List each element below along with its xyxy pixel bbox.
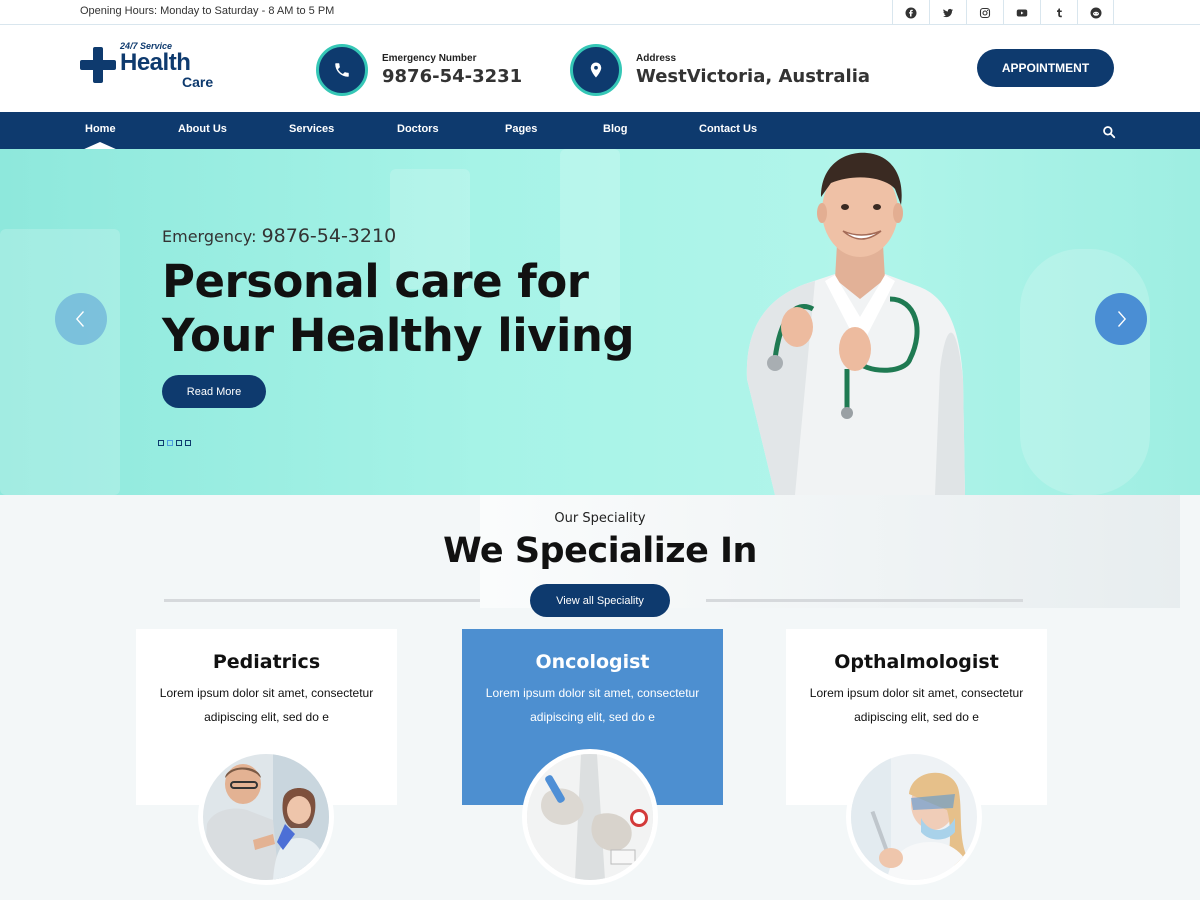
opthalmologist-photo — [846, 749, 982, 885]
slider-next-button[interactable] — [1095, 293, 1147, 345]
emergency-contact: Emergency Number 9876-54-3231 — [316, 44, 546, 96]
logo-care-text: Care — [182, 74, 214, 90]
oncologist-photo — [522, 749, 658, 885]
card-text: Lorem ipsum dolor sit amet, consectetur … — [809, 686, 1024, 724]
site-header: 24/7 Service Health Care Emergency Numbe… — [0, 25, 1200, 112]
slider-dot[interactable] — [185, 440, 191, 446]
address-info: Address WestVictoria, Australia — [570, 44, 870, 96]
phone-icon — [316, 44, 368, 96]
view-all-speciality-button[interactable]: View all Speciality — [530, 584, 670, 617]
slider-dot[interactable] — [176, 440, 182, 446]
slider-dot-active[interactable] — [167, 440, 173, 446]
map-pin-icon — [570, 44, 622, 96]
card-title: Opthalmologist — [834, 651, 999, 673]
hero-bg-shape — [0, 229, 120, 495]
youtube-icon[interactable] — [1003, 0, 1040, 25]
health-care-logo[interactable]: 24/7 Service Health Care — [80, 41, 220, 93]
social-links — [892, 0, 1114, 25]
slider-prev-button[interactable] — [55, 293, 107, 345]
hero-heading-line2: Your Healthy living — [162, 309, 635, 362]
divider-left — [164, 599, 480, 602]
hero-heading-line1: Personal care for — [162, 255, 589, 308]
pediatrics-photo — [198, 749, 334, 885]
card-text: Lorem ipsum dolor sit amet, consectetur … — [485, 686, 700, 724]
card-title: Pediatrics — [212, 651, 321, 673]
nav-item-pages[interactable]: Pages — [505, 123, 537, 135]
speciality-subtitle: Our Speciality — [554, 511, 646, 526]
top-bar: Opening Hours: Monday to Saturday - 8 AM… — [0, 0, 1200, 25]
emergency-label: Emergency Number — [382, 53, 477, 64]
chevron-left-icon — [75, 311, 84, 327]
slider-dots — [158, 440, 191, 446]
twitter-icon[interactable] — [929, 0, 966, 25]
nav-item-blog[interactable]: Blog — [603, 123, 627, 135]
nav-item-services[interactable]: Services — [289, 123, 334, 135]
address-label: Address — [636, 53, 677, 64]
card-text: Lorem ipsum dolor sit amet, consectetur … — [159, 686, 374, 724]
nav-item-home[interactable]: Home — [85, 123, 116, 135]
speciality-section: Our Speciality We Specialize In View all… — [0, 495, 1200, 900]
nav-item-about-us[interactable]: About Us — [178, 123, 227, 135]
hero-emergency-number: 9876-54-3210 — [261, 225, 397, 247]
nav-item-contact-us[interactable]: Contact Us — [699, 123, 757, 135]
nav-item-doctors[interactable]: Doctors — [397, 123, 439, 135]
main-nav: Home About Us Services Doctors Pages Blo… — [0, 112, 1200, 150]
tumblr-icon[interactable] — [1040, 0, 1077, 25]
chevron-right-icon — [1118, 311, 1127, 327]
opening-hours: Opening Hours: Monday to Saturday - 8 AM… — [80, 5, 335, 17]
instagram-icon[interactable] — [966, 0, 1003, 25]
card-title: Oncologist — [535, 651, 650, 673]
divider-right — [706, 599, 1023, 602]
read-more-button[interactable]: Read More — [162, 375, 266, 408]
hero-emergency-prefix: Emergency: — [162, 227, 257, 246]
emergency-number[interactable]: 9876-54-3231 — [382, 66, 522, 87]
logo-health-text: Health — [120, 49, 191, 76]
medical-cross-icon — [80, 47, 116, 83]
hero-slider: Emergency: 9876-54-3210 Personal care fo… — [0, 149, 1200, 495]
slider-dot[interactable] — [158, 440, 164, 446]
hero-heading: Personal care for Your Healthy living — [162, 255, 635, 363]
hero-emergency: Emergency: 9876-54-3210 — [162, 225, 396, 247]
address-value: WestVictoria, Australia — [636, 66, 871, 87]
search-icon[interactable] — [1102, 124, 1116, 139]
appointment-button[interactable]: APPOINTMENT — [977, 49, 1114, 87]
facebook-icon[interactable] — [892, 0, 929, 25]
speciality-title: We Specialize In — [443, 531, 757, 571]
hero-bg-shape — [1020, 249, 1150, 495]
reddit-icon[interactable] — [1077, 0, 1114, 25]
doctor-image — [746, 152, 965, 495]
